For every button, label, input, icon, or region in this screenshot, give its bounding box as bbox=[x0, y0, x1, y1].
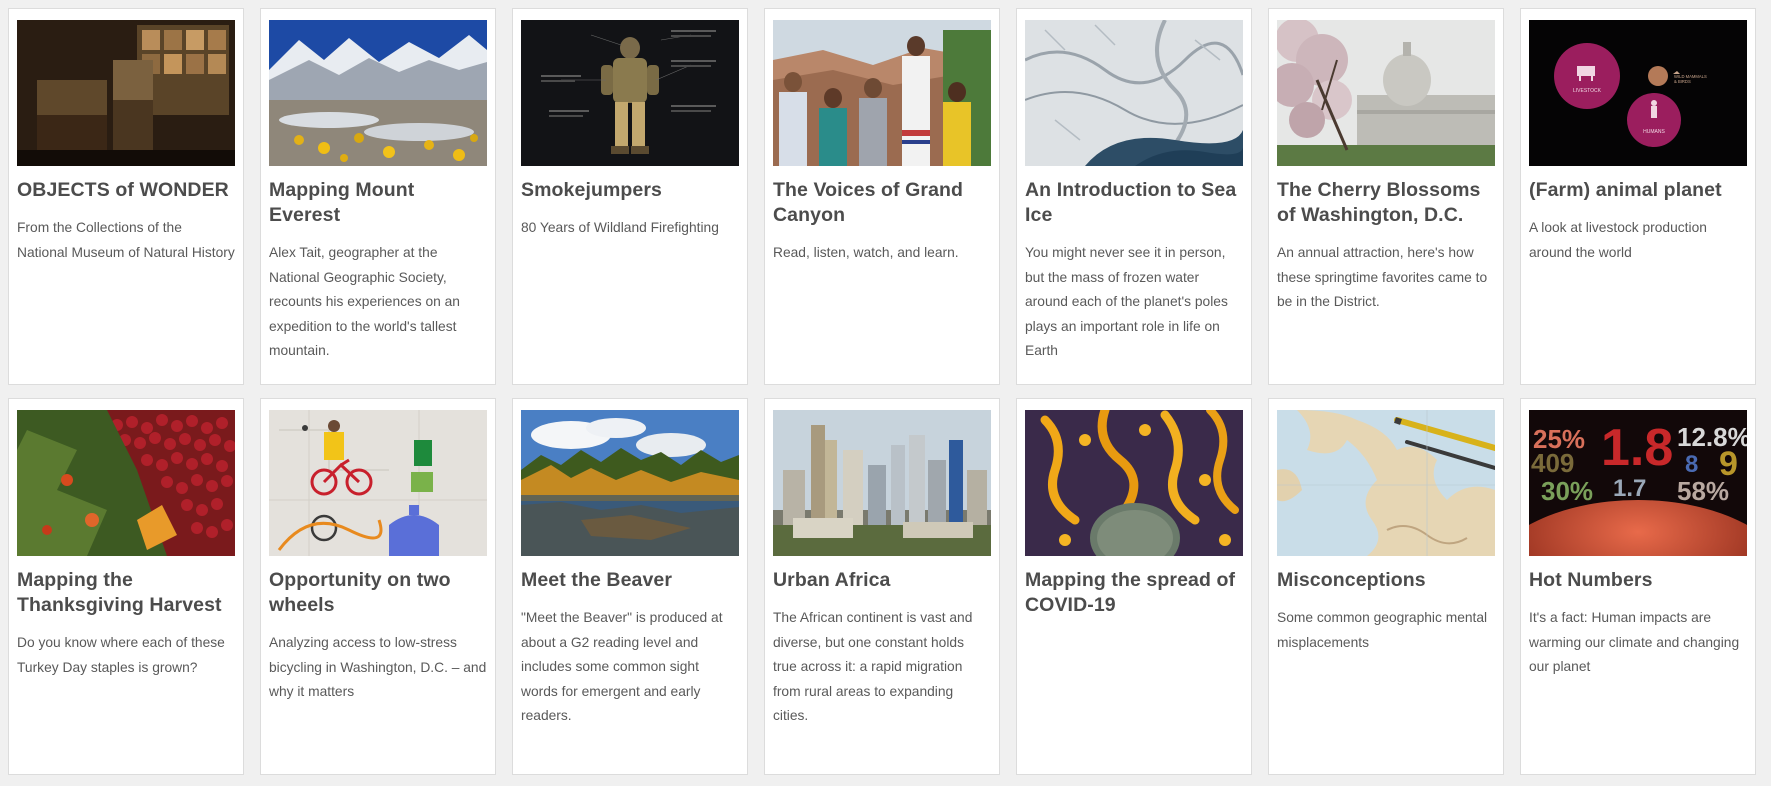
beaver-pond-image bbox=[521, 410, 739, 556]
card-thumbnail[interactable] bbox=[521, 20, 739, 166]
humans-label: HUMANS bbox=[1643, 129, 1665, 135]
card-description: Alex Tait, geographer at the National Ge… bbox=[269, 245, 460, 359]
card-title[interactable]: Opportunity on two wheels bbox=[269, 568, 487, 618]
story-card[interactable]: LIVESTOCK WILD MAMMALS & BIRDS HUMANS (F… bbox=[1520, 8, 1756, 385]
capitol-cherry-blossom-image bbox=[1277, 20, 1495, 166]
story-card[interactable]: Misconceptions Some common geographic me… bbox=[1268, 398, 1504, 775]
everest-image bbox=[269, 20, 487, 166]
hot-number-2: 1.8 bbox=[1601, 419, 1673, 477]
card-title[interactable]: Misconceptions bbox=[1277, 568, 1495, 593]
story-card[interactable]: OBJECTS of WONDER From the Collections o… bbox=[8, 8, 244, 385]
card-thumbnail[interactable] bbox=[1277, 410, 1495, 556]
story-card[interactable]: The Cherry Blossoms of Washington, D.C. … bbox=[1268, 8, 1504, 385]
card-title[interactable]: Meet the Beaver bbox=[521, 568, 739, 593]
europe-map-image bbox=[1277, 410, 1495, 556]
museum-display-case-image bbox=[17, 20, 235, 166]
story-gallery: OBJECTS of WONDER From the Collections o… bbox=[0, 0, 1771, 786]
card-title[interactable]: OBJECTS of WONDER bbox=[17, 178, 235, 203]
story-card[interactable]: Mapping the spread of COVID-19 bbox=[1016, 398, 1252, 775]
card-title[interactable]: The Voices of Grand Canyon bbox=[773, 178, 991, 228]
grand-canyon-people-image bbox=[773, 20, 991, 166]
wild-birds-label: & BIRDS bbox=[1674, 79, 1691, 84]
card-thumbnail[interactable] bbox=[521, 410, 739, 556]
story-card[interactable]: The Voices of Grand Canyon Read, listen,… bbox=[764, 8, 1000, 385]
card-description: From the Collections of the National Mus… bbox=[17, 220, 235, 260]
card-description: Some common geographic mental misplaceme… bbox=[1277, 610, 1488, 650]
card-title[interactable]: Mapping the spread of COVID-19 bbox=[1025, 568, 1243, 618]
card-thumbnail[interactable] bbox=[1025, 410, 1243, 556]
card-description: "Meet the Beaver" is produced at about a… bbox=[521, 610, 723, 724]
card-thumbnail[interactable] bbox=[773, 20, 991, 166]
hot-number-8: 1.7 bbox=[1613, 475, 1646, 502]
story-card[interactable]: 25% 1.8 12.8% 409 8 9 30% 1.7 58% Hot Nu… bbox=[1520, 398, 1756, 775]
card-thumbnail[interactable] bbox=[1277, 20, 1495, 166]
card-description: Read, listen, watch, and learn. bbox=[773, 245, 959, 260]
city-skyline-image bbox=[773, 410, 991, 556]
card-title[interactable]: (Farm) animal planet bbox=[1529, 178, 1747, 203]
hot-number-5: 8 bbox=[1685, 451, 1698, 478]
card-title[interactable]: Mapping Mount Everest bbox=[269, 178, 487, 228]
sea-ice-image bbox=[1025, 20, 1243, 166]
story-card[interactable]: Mapping the Thanksgiving Harvest Do you … bbox=[8, 398, 244, 775]
story-card[interactable]: Mapping Mount Everest Alex Tait, geograp… bbox=[260, 8, 496, 385]
card-description: A look at livestock production around th… bbox=[1529, 220, 1707, 260]
livestock-bubble-image: LIVESTOCK WILD MAMMALS & BIRDS HUMANS bbox=[1529, 20, 1747, 166]
card-title[interactable]: Smokejumpers bbox=[521, 178, 739, 203]
story-card[interactable]: Smokejumpers 80 Years of Wildland Firefi… bbox=[512, 8, 748, 385]
story-card-grid: OBJECTS of WONDER From the Collections o… bbox=[8, 8, 1756, 775]
card-thumbnail[interactable] bbox=[269, 20, 487, 166]
card-title[interactable]: The Cherry Blossoms of Washington, D.C. bbox=[1277, 178, 1495, 228]
card-description: Analyzing access to low-stress bicycling… bbox=[269, 635, 487, 700]
story-card[interactable]: An Introduction to Sea Ice You might nev… bbox=[1016, 8, 1252, 385]
coronavirus-microscope-image bbox=[1025, 410, 1243, 556]
card-description: 80 Years of Wildland Firefighting bbox=[521, 220, 719, 235]
smokejumper-diagram-image bbox=[521, 20, 739, 166]
card-thumbnail[interactable] bbox=[773, 410, 991, 556]
story-card[interactable]: Opportunity on two wheels Analyzing acce… bbox=[260, 398, 496, 775]
livestock-label: LIVESTOCK bbox=[1573, 88, 1602, 94]
story-card[interactable]: Meet the Beaver "Meet the Beaver" is pro… bbox=[512, 398, 748, 775]
card-description: It's a fact: Human impacts are warming o… bbox=[1529, 610, 1740, 675]
hot-number-9: 58% bbox=[1677, 476, 1729, 506]
card-description: Do you know where each of these Turkey D… bbox=[17, 635, 225, 675]
hot-number-4: 409 bbox=[1531, 448, 1574, 478]
story-card[interactable]: Urban Africa The African continent is va… bbox=[764, 398, 1000, 775]
card-title[interactable]: Hot Numbers bbox=[1529, 568, 1747, 593]
card-title[interactable]: An Introduction to Sea Ice bbox=[1025, 178, 1243, 228]
card-thumbnail[interactable]: LIVESTOCK WILD MAMMALS & BIRDS HUMANS bbox=[1529, 20, 1747, 166]
card-description: The African continent is vast and divers… bbox=[773, 610, 973, 724]
card-title[interactable]: Mapping the Thanksgiving Harvest bbox=[17, 568, 235, 618]
card-thumbnail[interactable] bbox=[17, 20, 235, 166]
card-description: You might never see it in person, but th… bbox=[1025, 245, 1228, 359]
card-description: An annual attraction, here's how these s… bbox=[1277, 245, 1488, 310]
card-thumbnail[interactable] bbox=[1025, 20, 1243, 166]
card-thumbnail[interactable]: 25% 1.8 12.8% 409 8 9 30% 1.7 58% bbox=[1529, 410, 1747, 556]
hot-numbers-image: 25% 1.8 12.8% 409 8 9 30% 1.7 58% bbox=[1529, 410, 1747, 556]
card-thumbnail[interactable] bbox=[269, 410, 487, 556]
hot-number-7: 30% bbox=[1541, 476, 1593, 506]
cranberry-harvest-image bbox=[17, 410, 235, 556]
bicycling-collage-image bbox=[269, 410, 487, 556]
card-title[interactable]: Urban Africa bbox=[773, 568, 991, 593]
card-thumbnail[interactable] bbox=[17, 410, 235, 556]
